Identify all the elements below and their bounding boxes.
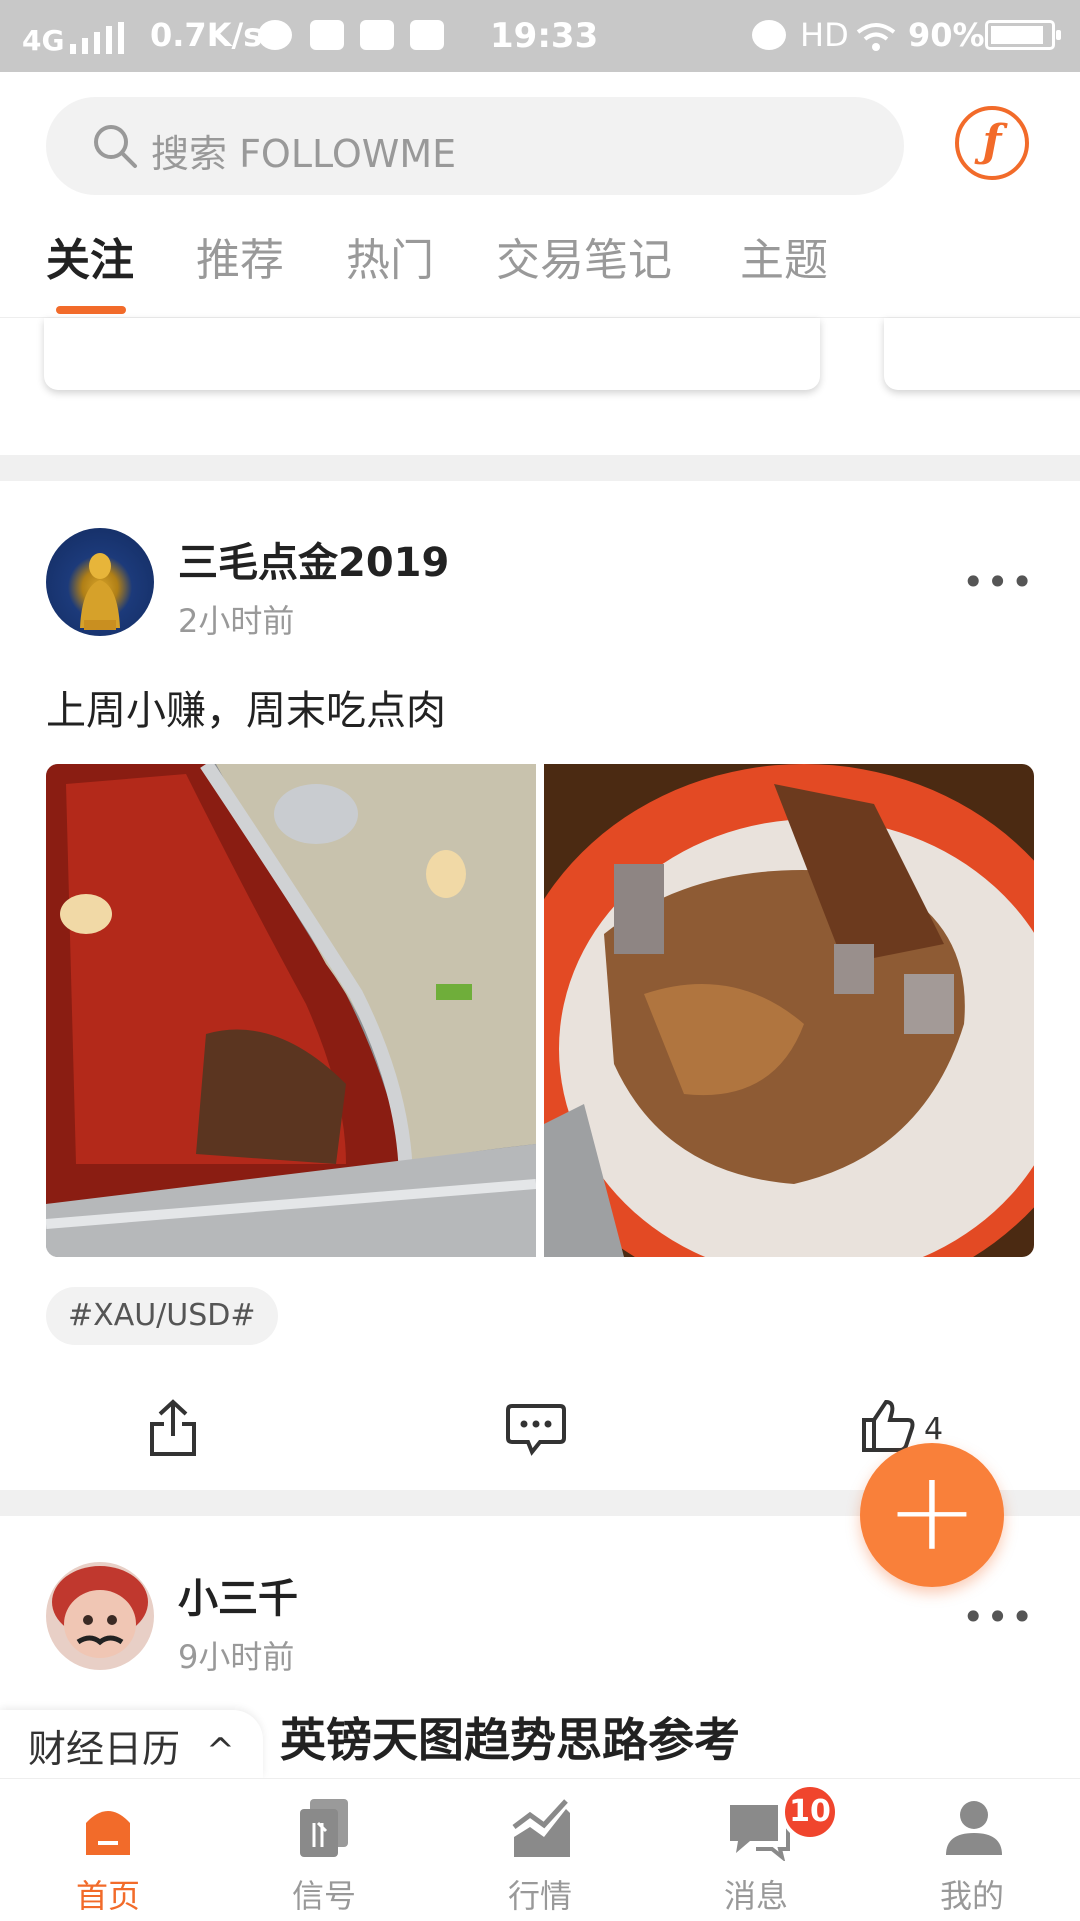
nav-market[interactable]: 行情	[432, 1779, 648, 1921]
clock: 19:33	[490, 16, 599, 56]
post-image-meat-plate[interactable]	[544, 764, 1034, 1257]
like-icon[interactable]	[860, 1398, 916, 1452]
section-separator	[0, 455, 1080, 481]
chevron-up-icon: ^	[206, 1731, 235, 1771]
bottom-nav: 首页 信号 行情 消息 我的	[0, 1778, 1080, 1921]
meat-plate-photo	[544, 764, 1034, 1257]
post-time: 2小时前	[178, 602, 295, 640]
nav-label-messages: 消息	[723, 1877, 788, 1915]
network-speed: 0.7K/s	[150, 16, 263, 54]
nav-profile[interactable]: 我的	[864, 1779, 1080, 1921]
signal-icon	[300, 1799, 348, 1857]
share-icon[interactable]	[146, 1398, 200, 1458]
profile-icon	[946, 1801, 1002, 1855]
like-count: 4	[924, 1412, 944, 1447]
nav-label-profile: 我的	[939, 1877, 1004, 1915]
market-chart-icon	[512, 1799, 570, 1857]
carousel-card[interactable]	[44, 318, 820, 390]
nav-home[interactable]: 首页	[0, 1779, 216, 1921]
alarm-icon	[752, 20, 786, 50]
create-post-button[interactable]: +	[860, 1443, 1004, 1587]
hd-indicator: HD	[800, 16, 849, 54]
buddha-avatar-image	[80, 553, 120, 630]
avatar[interactable]	[46, 528, 154, 636]
calendar-label: 财经日历	[28, 1727, 181, 1771]
app-notification-icon	[258, 20, 292, 50]
network-type: 4G	[22, 24, 65, 57]
search-bar[interactable]: 搜索 FOLLOWME	[46, 97, 904, 195]
battery-icon	[985, 20, 1061, 50]
shopping-bag-icon-2	[360, 20, 394, 50]
tab-recommended[interactable]: 推荐	[196, 224, 284, 288]
carousel-card-next[interactable]	[884, 318, 1080, 390]
wifi-icon	[856, 23, 896, 51]
child-avatar-image	[52, 1566, 148, 1658]
nav-label-market: 行情	[507, 1877, 572, 1915]
active-tab-indicator	[56, 306, 126, 314]
search-icon	[94, 125, 137, 168]
post-author-2[interactable]: 小三千	[178, 1566, 298, 1624]
search-placeholder: 搜索 FOLLOWME	[151, 132, 457, 176]
plus-icon: +	[885, 1447, 979, 1575]
comment-icon[interactable]	[506, 1402, 566, 1456]
status-bar: 4G 0.7K/s 19:33 HD 90%	[0, 0, 1080, 72]
shopping-bag-icon	[310, 20, 344, 50]
post-tag[interactable]: #XAU/USD#	[46, 1287, 278, 1345]
tab-following[interactable]: 关注	[46, 224, 134, 288]
image-icon	[410, 20, 444, 50]
nav-label-signal: 信号	[291, 1877, 356, 1915]
message-badge: 10	[781, 1783, 839, 1841]
battery-percent: 90%	[908, 16, 985, 54]
tab-hot[interactable]: 热门	[346, 224, 434, 288]
avatar-2[interactable]	[46, 1562, 154, 1670]
followme-logo-button[interactable]: ƒ	[955, 106, 1029, 180]
post-time-2: 9小时前	[178, 1638, 295, 1676]
logo-icon: ƒ	[982, 116, 1002, 167]
tab-topics[interactable]: 主题	[740, 224, 828, 288]
post-image-hotpot[interactable]	[46, 764, 536, 1257]
post-text: 上周小赚，周末吃点肉	[46, 688, 446, 734]
nav-label-home: 首页	[75, 1877, 140, 1915]
home-icon	[86, 1811, 130, 1855]
hotpot-photo	[46, 764, 536, 1257]
post-title-2[interactable]: 英镑天图趋势思路参考	[280, 1704, 740, 1770]
post-author[interactable]: 三毛点金2019	[178, 530, 449, 588]
economic-calendar-toggle[interactable]: 财经日历 ^	[0, 1710, 263, 1778]
tab-trading-notes[interactable]: 交易笔记	[496, 224, 672, 288]
more-options-icon[interactable]: •••	[962, 560, 1035, 604]
more-options-icon-2[interactable]: •••	[962, 1595, 1035, 1639]
nav-signal[interactable]: 信号	[216, 1779, 432, 1921]
cell-signal-icon	[70, 22, 124, 54]
